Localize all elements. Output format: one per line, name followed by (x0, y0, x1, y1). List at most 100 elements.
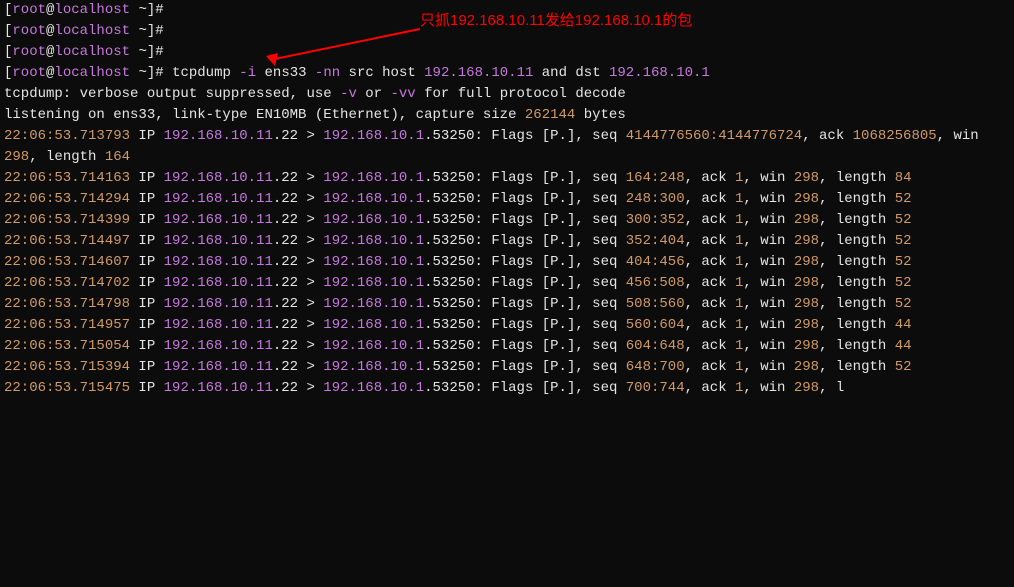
packet-dst-ip: 192.168.10.1 (323, 296, 424, 312)
packet-dst-ip: 192.168.10.1 (323, 380, 424, 396)
packet-length: 52 (895, 296, 912, 312)
packet-win: 298 (794, 296, 819, 312)
prompt-line: [root@localhost ~]# (4, 0, 1010, 21)
cmd-ip2: 192.168.10.1 (609, 65, 710, 81)
packet-src-ip: 192.168.10.11 (164, 359, 273, 375)
packet-seq: 4144776560:4144776724 (626, 128, 802, 144)
prompt-line: [root@localhost ~]# (4, 21, 1010, 42)
packet-timestamp: 22:06:53.715054 (4, 338, 130, 354)
packet-line: 22:06:53.715394 IP 192.168.10.11.22 > 19… (4, 357, 1010, 378)
packet-line: 22:06:53.714702 IP 192.168.10.11.22 > 19… (4, 273, 1010, 294)
packet-win: 298 (794, 275, 819, 291)
cmd-dst: dst (567, 65, 609, 81)
prompt-tilde: ~ (130, 44, 147, 60)
packet-dst-ip: 192.168.10.1 (323, 212, 424, 228)
packet-line: 22:06:53.714798 IP 192.168.10.11.22 > 19… (4, 294, 1010, 315)
packet-src-port: .22 (273, 128, 298, 144)
packet-src-port: .22 (273, 170, 298, 186)
cmd-tcpdump: tcpdump (164, 65, 240, 81)
packet-src-port: .22 (273, 233, 298, 249)
cmd-src-host: src host (340, 65, 424, 81)
packet-dst-port: .53250 (424, 254, 474, 270)
packet-line: 22:06:53.715475 IP 192.168.10.11.22 > 19… (4, 378, 1010, 399)
packet-src-ip: 192.168.10.11 (164, 170, 273, 186)
packet-dst-port: .53250 (424, 212, 474, 228)
packet-dst-ip: 192.168.10.1 (323, 233, 424, 249)
packet-length: 164 (105, 149, 130, 165)
command-line: [root@localhost ~]# tcpdump -i ens33 -nn… (4, 63, 1010, 84)
packet-src-port: .22 (273, 338, 298, 354)
packet-src-ip: 192.168.10.11 (164, 128, 273, 144)
packet-line: 22:06:53.714163 IP 192.168.10.11.22 > 19… (4, 168, 1010, 189)
packet-timestamp: 22:06:53.715394 (4, 359, 130, 375)
prompt-host: localhost (54, 44, 130, 60)
packet-line: 22:06:53.714957 IP 192.168.10.11.22 > 19… (4, 315, 1010, 336)
packet-src-ip: 192.168.10.11 (164, 254, 273, 270)
cmd-and: and (533, 65, 567, 81)
prompt-user: root (12, 23, 46, 39)
prompt-host: localhost (54, 2, 130, 18)
packet-seq: 300:352 (626, 212, 685, 228)
packet-dst-port: .53250 (424, 191, 474, 207)
packet-timestamp: 22:06:53.714399 (4, 212, 130, 228)
packet-src-port: .22 (273, 317, 298, 333)
packet-win: 298 (794, 170, 819, 186)
packet-seq: 456:508 (626, 275, 685, 291)
packet-dst-ip: 192.168.10.1 (323, 338, 424, 354)
packet-src-ip: 192.168.10.11 (164, 233, 273, 249)
prompt-hash: ]# (147, 65, 164, 81)
packet-length: 44 (895, 338, 912, 354)
packet-dst-ip: 192.168.10.1 (323, 317, 424, 333)
packet-src-port: .22 (273, 275, 298, 291)
packet-line: 22:06:53.713793 IP 192.168.10.11.22 > 19… (4, 126, 1010, 168)
prompt-user: root (12, 2, 46, 18)
packet-dst-ip: 192.168.10.1 (323, 359, 424, 375)
packet-dst-ip: 192.168.10.1 (323, 128, 424, 144)
packet-win: 298 (794, 338, 819, 354)
packet-dst-port: .53250 (424, 359, 474, 375)
prompt-hash: ]# (147, 23, 164, 39)
prompt-host: localhost (54, 65, 130, 81)
packet-seq: 604:648 (626, 338, 685, 354)
packet-dst-ip: 192.168.10.1 (323, 254, 424, 270)
packet-dst-ip: 192.168.10.1 (323, 275, 424, 291)
packet-dst-port: .53250 (424, 317, 474, 333)
tcpdump-listening-msg: listening on ens33, link-type EN10MB (Et… (4, 105, 1010, 126)
packet-dst-port: .53250 (424, 275, 474, 291)
prompt-line: [root@localhost ~]# (4, 42, 1010, 63)
packet-ack: 1068256805 (853, 128, 937, 144)
packet-src-port: .22 (273, 359, 298, 375)
packet-seq: 648:700 (626, 359, 685, 375)
packet-src-port: .22 (273, 191, 298, 207)
packet-line: 22:06:53.714497 IP 192.168.10.11.22 > 19… (4, 231, 1010, 252)
packet-dst-port: .53250 (424, 128, 474, 144)
packet-timestamp: 22:06:53.715475 (4, 380, 130, 396)
packet-src-ip: 192.168.10.11 (164, 191, 273, 207)
packet-seq: 404:456 (626, 254, 685, 270)
cmd-iface: ens33 (256, 65, 315, 81)
prompt-tilde: ~ (130, 23, 147, 39)
packet-seq: 560:604 (626, 317, 685, 333)
packet-dst-port: .53250 (424, 296, 474, 312)
packet-length: 52 (895, 191, 912, 207)
packet-line: 22:06:53.714294 IP 192.168.10.11.22 > 19… (4, 189, 1010, 210)
packet-win: 298 (794, 212, 819, 228)
packet-win: 298 (794, 191, 819, 207)
packet-timestamp: 22:06:53.714607 (4, 254, 130, 270)
packet-win: 298 (794, 359, 819, 375)
packet-length: 52 (895, 254, 912, 270)
prompt-hash: ]# (147, 2, 164, 18)
packet-src-port: .22 (273, 212, 298, 228)
packet-length: 84 (895, 170, 912, 186)
packet-length: 52 (895, 275, 912, 291)
packet-timestamp: 22:06:53.714163 (4, 170, 130, 186)
packet-src-port: .22 (273, 296, 298, 312)
prompt-hash: ]# (147, 44, 164, 60)
packet-src-port: .22 (273, 254, 298, 270)
packet-timestamp: 22:06:53.713793 (4, 128, 130, 144)
prompt-tilde: ~ (130, 2, 147, 18)
packet-win: 298 (4, 149, 29, 165)
packet-line: 22:06:53.714607 IP 192.168.10.11.22 > 19… (4, 252, 1010, 273)
packet-seq: 248:300 (626, 191, 685, 207)
terminal-output[interactable]: [root@localhost ~]#[root@localhost ~]#[r… (4, 0, 1010, 399)
